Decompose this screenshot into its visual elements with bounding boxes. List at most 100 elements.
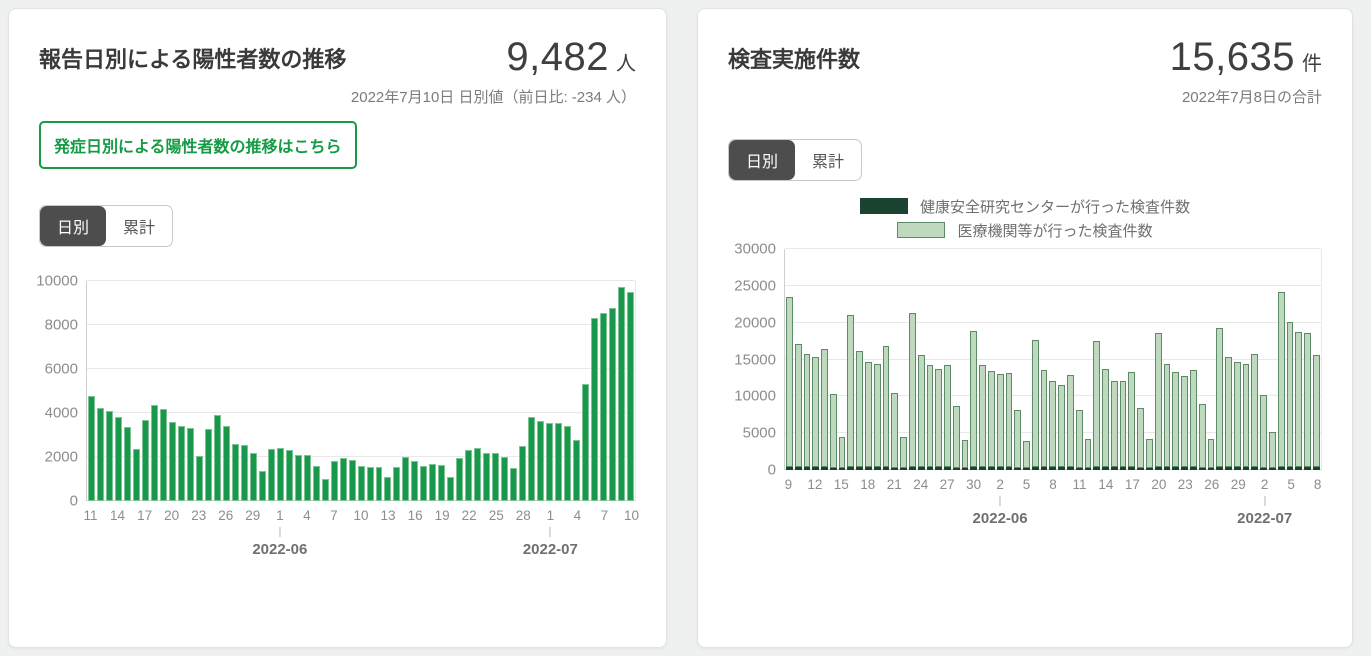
bar[interactable] bbox=[1066, 249, 1075, 470]
bar[interactable] bbox=[186, 281, 195, 501]
bar[interactable] bbox=[428, 281, 437, 501]
bar[interactable] bbox=[500, 281, 509, 501]
bar[interactable] bbox=[204, 281, 213, 501]
bar[interactable] bbox=[536, 281, 545, 501]
bar[interactable] bbox=[1127, 249, 1136, 470]
bar[interactable] bbox=[1048, 249, 1057, 470]
bar[interactable] bbox=[446, 281, 455, 501]
bar[interactable] bbox=[383, 281, 392, 501]
bar[interactable] bbox=[258, 281, 267, 501]
onset-date-link-button[interactable]: 発症日別による陽性者数の推移はこちら bbox=[39, 121, 357, 169]
bar[interactable] bbox=[141, 281, 150, 501]
bar[interactable] bbox=[276, 281, 285, 501]
bar[interactable] bbox=[321, 281, 330, 501]
bar[interactable] bbox=[249, 281, 258, 501]
bar[interactable] bbox=[1312, 249, 1321, 470]
bar[interactable] bbox=[1101, 249, 1110, 470]
bar[interactable] bbox=[464, 281, 473, 501]
bar[interactable] bbox=[1207, 249, 1216, 470]
bar[interactable] bbox=[820, 249, 829, 470]
bar[interactable] bbox=[150, 281, 159, 501]
bar[interactable] bbox=[1242, 249, 1251, 470]
bar[interactable] bbox=[518, 281, 527, 501]
bar[interactable] bbox=[943, 249, 952, 470]
bar[interactable] bbox=[864, 249, 873, 470]
bar[interactable] bbox=[527, 281, 536, 501]
bar[interactable] bbox=[803, 249, 812, 470]
bar[interactable] bbox=[375, 281, 384, 501]
bar[interactable] bbox=[1294, 249, 1303, 470]
bar[interactable] bbox=[926, 249, 935, 470]
bar[interactable] bbox=[811, 249, 820, 470]
bar[interactable] bbox=[285, 281, 294, 501]
bar[interactable] bbox=[599, 281, 608, 501]
bar[interactable] bbox=[357, 281, 366, 501]
bar[interactable] bbox=[312, 281, 321, 501]
bar[interactable] bbox=[1286, 249, 1295, 470]
bar[interactable] bbox=[1154, 249, 1163, 470]
bar[interactable] bbox=[132, 281, 141, 501]
bar[interactable] bbox=[1057, 249, 1066, 470]
bar[interactable] bbox=[882, 249, 891, 470]
bar[interactable] bbox=[1163, 249, 1172, 470]
bar[interactable] bbox=[1136, 249, 1145, 470]
bar[interactable] bbox=[1013, 249, 1022, 470]
bar[interactable] bbox=[437, 281, 446, 501]
bar[interactable] bbox=[581, 281, 590, 501]
bar[interactable] bbox=[1259, 249, 1268, 470]
tests-tab-cumulative[interactable]: 累計 bbox=[795, 140, 861, 180]
bar[interactable] bbox=[846, 249, 855, 470]
bar[interactable] bbox=[899, 249, 908, 470]
bar[interactable] bbox=[1250, 249, 1259, 470]
bar[interactable] bbox=[1005, 249, 1014, 470]
bar[interactable] bbox=[961, 249, 970, 470]
bar[interactable] bbox=[917, 249, 926, 470]
bar[interactable] bbox=[1119, 249, 1128, 470]
bar[interactable] bbox=[114, 281, 123, 501]
bar[interactable] bbox=[978, 249, 987, 470]
bar[interactable] bbox=[1040, 249, 1049, 470]
bar[interactable] bbox=[952, 249, 961, 470]
bar[interactable] bbox=[410, 281, 419, 501]
positives-tab-cumulative[interactable]: 累計 bbox=[106, 206, 172, 246]
bar[interactable] bbox=[1215, 249, 1224, 470]
bar[interactable] bbox=[617, 281, 626, 501]
bar[interactable] bbox=[908, 249, 917, 470]
bar[interactable] bbox=[934, 249, 943, 470]
bar[interactable] bbox=[366, 281, 375, 501]
bar[interactable] bbox=[401, 281, 410, 501]
bar[interactable] bbox=[294, 281, 303, 501]
bar[interactable] bbox=[1171, 249, 1180, 470]
bar[interactable] bbox=[267, 281, 276, 501]
bar[interactable] bbox=[1224, 249, 1233, 470]
bar[interactable] bbox=[785, 249, 794, 470]
bar[interactable] bbox=[1233, 249, 1242, 470]
bar[interactable] bbox=[419, 281, 428, 501]
bar[interactable] bbox=[855, 249, 864, 470]
bar[interactable] bbox=[168, 281, 177, 501]
bar[interactable] bbox=[1022, 249, 1031, 470]
bar[interactable] bbox=[159, 281, 168, 501]
bar[interactable] bbox=[794, 249, 803, 470]
positives-tab-daily[interactable]: 日別 bbox=[40, 206, 106, 246]
bar[interactable] bbox=[96, 281, 105, 501]
bar[interactable] bbox=[348, 281, 357, 501]
bar[interactable] bbox=[829, 249, 838, 470]
bar[interactable] bbox=[545, 281, 554, 501]
bar[interactable] bbox=[392, 281, 401, 501]
bar[interactable] bbox=[563, 281, 572, 501]
bar[interactable] bbox=[105, 281, 114, 501]
bar[interactable] bbox=[455, 281, 464, 501]
bar[interactable] bbox=[222, 281, 231, 501]
bar[interactable] bbox=[873, 249, 882, 470]
bar[interactable] bbox=[838, 249, 847, 470]
bar[interactable] bbox=[213, 281, 222, 501]
bar[interactable] bbox=[969, 249, 978, 470]
bar[interactable] bbox=[1198, 249, 1207, 470]
tests-tab-daily[interactable]: 日別 bbox=[729, 140, 795, 180]
bar[interactable] bbox=[1189, 249, 1198, 470]
bar[interactable] bbox=[491, 281, 500, 501]
bar[interactable] bbox=[554, 281, 563, 501]
bar[interactable] bbox=[1092, 249, 1101, 470]
bar[interactable] bbox=[608, 281, 617, 501]
